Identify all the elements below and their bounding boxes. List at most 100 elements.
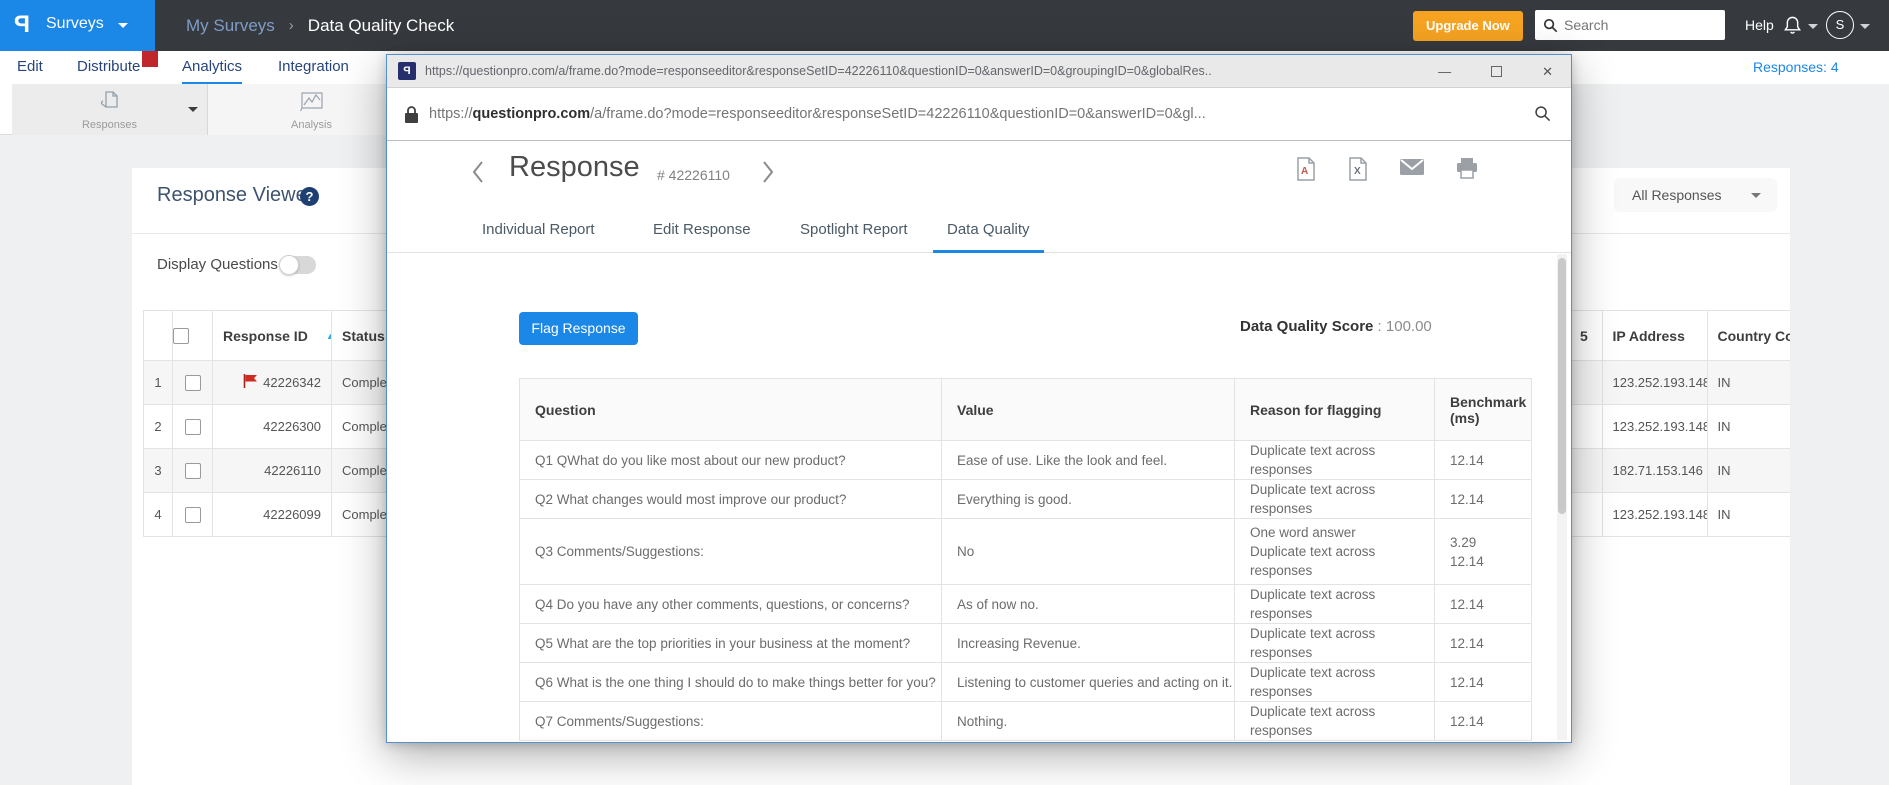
table-header-row: QuestionValueReason for flaggingBenchmar… bbox=[520, 379, 1532, 441]
tab-data-quality[interactable]: Data Quality bbox=[933, 211, 1044, 253]
page-title: Response Viewer bbox=[157, 184, 313, 207]
toolbar-tile-responses[interactable]: Responses bbox=[12, 84, 208, 135]
toolbar-tile-label: Analysis bbox=[208, 119, 415, 131]
table-header-row: 5 IP Address Country Co bbox=[1570, 311, 1790, 361]
row-number: 4 bbox=[144, 493, 173, 537]
tab-individual-report[interactable]: Individual Report bbox=[480, 211, 597, 253]
close-button[interactable]: ✕ bbox=[1542, 65, 1553, 78]
notifications-bell-icon[interactable] bbox=[1782, 15, 1803, 41]
question-cell: Q3 Comments/Suggestions: bbox=[520, 519, 942, 585]
response-id-link[interactable]: 42226300 bbox=[263, 419, 321, 434]
breadcrumb-my-surveys[interactable]: My Surveys bbox=[186, 16, 275, 36]
question-cell: Q5 What are the top priorities in your b… bbox=[520, 624, 942, 663]
analysis-chart-icon bbox=[208, 89, 415, 118]
maximize-button[interactable] bbox=[1491, 66, 1502, 77]
responses-count: Responses: 4 bbox=[1753, 51, 1839, 84]
nav-item-distribute[interactable]: Distribute bbox=[77, 51, 140, 82]
search-input[interactable] bbox=[1564, 17, 1714, 33]
column-header-reason-for-flagging: Reason for flagging bbox=[1235, 379, 1435, 441]
table-row: Q7 Comments/Suggestions:Nothing.Duplicat… bbox=[520, 702, 1532, 741]
breadcrumb: My Surveys › Data Quality Check bbox=[186, 0, 454, 51]
display-questions-toggle[interactable] bbox=[280, 256, 316, 274]
scrollbar-thumb[interactable] bbox=[1558, 258, 1566, 514]
top-bar: P Surveys My Surveys › Data Quality Chec… bbox=[0, 0, 1889, 51]
table-row: 182.71.153.146IN bbox=[1570, 449, 1790, 493]
nav-item-edit[interactable]: Edit bbox=[17, 51, 43, 82]
chevron-down-icon[interactable] bbox=[1860, 24, 1870, 29]
data-quality-score: Data Quality Score : 100.00 bbox=[1240, 318, 1432, 335]
product-switcher[interactable]: P Surveys bbox=[0, 0, 155, 51]
zoom-search-icon[interactable] bbox=[1534, 105, 1551, 127]
window-controls: — ✕ bbox=[1438, 55, 1553, 88]
address-bar[interactable]: https://questionpro.com/a/frame.do?mode=… bbox=[387, 88, 1571, 141]
toolbar-tile-analysis[interactable]: Analysis bbox=[208, 84, 415, 135]
row-checkbox[interactable] bbox=[185, 463, 201, 479]
window-title-url: https://questionpro.com/a/frame.do?mode=… bbox=[425, 55, 1395, 88]
chevron-down-icon[interactable] bbox=[1808, 24, 1818, 29]
response-id-cell: 42226099 bbox=[213, 493, 332, 537]
response-id-link[interactable]: 42226110 bbox=[264, 463, 321, 478]
ip-address-cell: 182.71.153.146 bbox=[1602, 449, 1707, 493]
questionpro-favicon-icon: P bbox=[398, 62, 416, 80]
response-id-link[interactable]: 42226342 bbox=[263, 375, 321, 390]
row-number: 2 bbox=[144, 405, 173, 449]
row-checkbox[interactable] bbox=[185, 375, 201, 391]
row-checkbox[interactable] bbox=[185, 507, 201, 523]
export-pdf-icon[interactable]: A bbox=[1295, 157, 1317, 186]
data-quality-table: QuestionValueReason for flaggingBenchmar… bbox=[519, 378, 1532, 741]
print-icon[interactable] bbox=[1455, 157, 1479, 186]
export-excel-icon[interactable]: X bbox=[1347, 157, 1369, 186]
alert-badge bbox=[142, 51, 158, 67]
table-row: 123.252.193.148IN bbox=[1570, 405, 1790, 449]
upgrade-now-button[interactable]: Upgrade Now bbox=[1413, 11, 1523, 41]
column-header-benchmark-ms-: Benchmark (ms) bbox=[1435, 379, 1532, 441]
select-all-checkbox[interactable] bbox=[173, 328, 189, 344]
table-row: Q3 Comments/Suggestions:NoOne word answe… bbox=[520, 519, 1532, 585]
previous-response-icon[interactable] bbox=[471, 159, 485, 190]
partial-cell bbox=[1570, 493, 1602, 537]
email-envelope-icon[interactable] bbox=[1399, 157, 1425, 186]
minimize-button[interactable]: — bbox=[1438, 65, 1451, 78]
reason-cell: Duplicate text across responses bbox=[1235, 624, 1435, 663]
svg-text:A: A bbox=[1301, 166, 1308, 177]
help-link[interactable]: Help bbox=[1745, 0, 1774, 51]
nav-item-analytics[interactable]: Analytics bbox=[182, 51, 242, 84]
avatar[interactable]: S bbox=[1826, 11, 1854, 39]
row-select-cell bbox=[173, 361, 213, 405]
sort-asc-icon[interactable]: ▲ bbox=[326, 331, 332, 341]
country-code-cell: IN bbox=[1707, 493, 1790, 537]
response-tabs: Individual Report Edit Response Spotlight … bbox=[387, 211, 1571, 253]
breadcrumb-separator-icon: › bbox=[289, 17, 294, 34]
ip-address-header[interactable]: IP Address bbox=[1602, 311, 1707, 361]
benchmark-cell: 12.14 bbox=[1435, 585, 1532, 624]
value-cell: Nothing. bbox=[942, 702, 1235, 741]
table-row: Q6 What is the one thing I should do to … bbox=[520, 663, 1532, 702]
help-icon[interactable]: ? bbox=[300, 187, 319, 206]
response-id-header[interactable]: Response ID▲ bbox=[213, 311, 332, 361]
toolbar-tile-label: Responses bbox=[12, 119, 207, 131]
next-response-icon[interactable] bbox=[761, 159, 775, 190]
country-code-cell: IN bbox=[1707, 449, 1790, 493]
nav-item-integration[interactable]: Integration bbox=[278, 51, 349, 82]
partial-column-header: 5 bbox=[1570, 311, 1602, 361]
global-search-box[interactable] bbox=[1535, 10, 1725, 40]
row-checkbox[interactable] bbox=[185, 419, 201, 435]
rownum-header bbox=[144, 311, 173, 361]
chevron-down-icon[interactable] bbox=[188, 107, 198, 112]
country-code-header[interactable]: Country Co bbox=[1707, 311, 1790, 361]
flag-response-button[interactable]: Flag Response bbox=[519, 312, 638, 345]
tab-spotlight-report[interactable]: Spotlight Report bbox=[798, 211, 910, 253]
ip-address-cell: 123.252.193.148 bbox=[1602, 361, 1707, 405]
window-title-bar[interactable]: P https://questionpro.com/a/frame.do?mod… bbox=[387, 55, 1571, 88]
tab-edit-response[interactable]: Edit Response bbox=[651, 211, 753, 253]
responses-filter-select[interactable]: All Responses bbox=[1614, 178, 1777, 212]
response-id-link[interactable]: 42226099 bbox=[263, 507, 321, 522]
product-label: Surveys bbox=[46, 15, 104, 33]
reason-cell: Duplicate text across responses bbox=[1235, 441, 1435, 480]
response-id-label: # 42226110 bbox=[657, 167, 730, 183]
scrollbar-track[interactable] bbox=[1557, 254, 1567, 740]
benchmark-cell: 12.14 bbox=[1435, 702, 1532, 741]
address-url[interactable]: https://questionpro.com/a/frame.do?mode=… bbox=[429, 88, 1509, 140]
response-editor-window: P https://questionpro.com/a/frame.do?mod… bbox=[386, 54, 1572, 743]
question-cell: Q7 Comments/Suggestions: bbox=[520, 702, 942, 741]
